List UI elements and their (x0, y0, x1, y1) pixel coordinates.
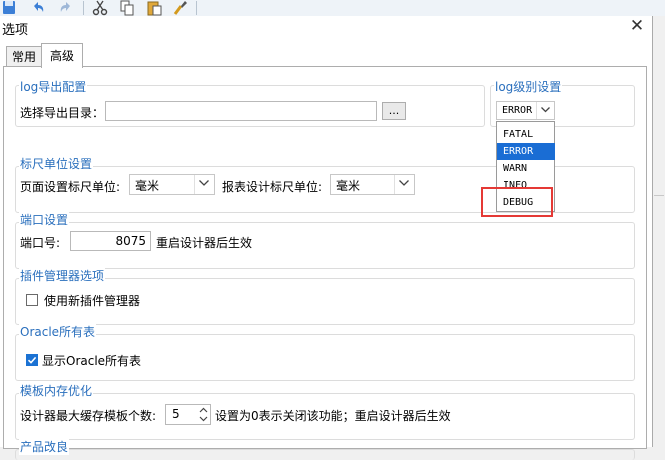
page-ruler-label: 页面设置标尺单位: (20, 180, 121, 194)
oracle-checkbox[interactable] (26, 354, 38, 366)
log-level-select[interactable]: ERROR (496, 101, 555, 120)
template-cache-note: 设置为0表示关闭该功能；重启设计器后生效 (215, 409, 451, 423)
template-cache-legend: 模板内存优化 (19, 382, 94, 399)
redo-icon[interactable] (58, 0, 76, 16)
log-level-selected: ERROR (502, 105, 533, 116)
plugin-legend: 插件管理器选项 (19, 267, 106, 284)
page-ruler-value: 毫米 (135, 179, 160, 193)
cut-icon[interactable] (92, 0, 110, 16)
dialog-titlebar: 选项 ✕ (0, 16, 652, 38)
tab-advanced[interactable]: 高级 (41, 43, 83, 68)
ruler-legend: 标尺单位设置 (19, 155, 94, 172)
chevron-down-icon[interactable] (194, 175, 214, 194)
port-legend: 端口设置 (19, 211, 70, 228)
scrollbar-divider (654, 195, 664, 196)
stepper-arrows-icon (199, 407, 208, 422)
checkmark-icon (27, 356, 37, 364)
template-cache-value: 5 (172, 407, 180, 421)
paste-icon[interactable] (146, 0, 164, 16)
log-level-option-warn[interactable]: WARN (497, 160, 555, 177)
oracle-legend: Oracle所有表 (19, 323, 97, 340)
plugin-checkbox[interactable] (26, 294, 38, 306)
chevron-down-icon[interactable] (394, 175, 414, 194)
save-icon[interactable] (1, 0, 19, 16)
highlight-annotation-box (481, 187, 553, 217)
product-group (15, 449, 635, 460)
port-value: 8075 (115, 234, 146, 248)
dialog-title: 选项 (2, 23, 29, 38)
advanced-panel: log导出配置 选择导出目录： ... log级别设置 ERROR 标尺单位设置… (3, 66, 647, 460)
log-level-legend: log级别设置 (494, 78, 563, 95)
close-icon[interactable]: ✕ (628, 17, 646, 35)
template-cache-label: 设计器最大缓存模板个数: (20, 409, 157, 423)
page-ruler-select[interactable]: 毫米 (129, 174, 215, 195)
port-input[interactable]: 8075 (70, 231, 151, 251)
report-ruler-value: 毫米 (336, 179, 361, 193)
log-export-legend: log导出配置 (19, 78, 88, 95)
background-scrollbar[interactable] (653, 16, 665, 447)
chevron-down-icon[interactable] (536, 102, 554, 119)
toolbar (0, 0, 665, 17)
copy-icon[interactable] (119, 0, 137, 16)
oracle-checkbox-label: 显示Oracle所有表 (42, 354, 142, 368)
browse-button[interactable]: ... (382, 102, 406, 120)
undo-icon[interactable] (30, 0, 48, 16)
export-dir-input[interactable] (105, 101, 377, 121)
options-dialog: 选项 ✕ 常用 高级 log导出配置 选择导出目录： ... log级别设置 E… (0, 16, 653, 460)
log-level-option-error[interactable]: ERROR (497, 143, 555, 160)
tab-common[interactable]: 常用 (6, 46, 42, 67)
format-painter-icon[interactable] (172, 0, 190, 16)
export-dir-label: 选择导出目录： (20, 106, 105, 120)
report-ruler-label: 报表设计标尺单位: (222, 180, 323, 194)
port-label: 端口号: (20, 236, 61, 250)
port-note: 重启设计器后生效 (156, 236, 253, 250)
report-ruler-select[interactable]: 毫米 (330, 174, 415, 195)
log-level-option-fatal[interactable]: FATAL (497, 126, 555, 143)
plugin-checkbox-label: 使用新插件管理器 (44, 294, 141, 308)
template-cache-stepper[interactable]: 5 (165, 404, 211, 425)
